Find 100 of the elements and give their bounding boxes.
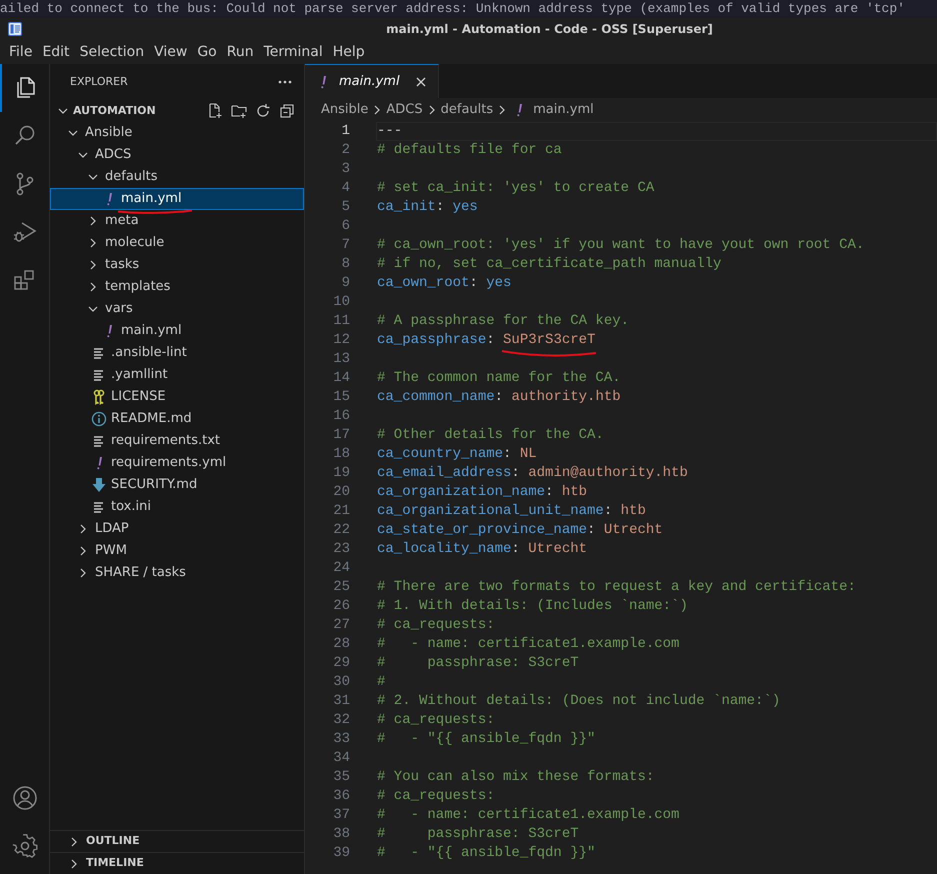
code-line: # passphrase: S3creT [376, 825, 580, 844]
tree-row[interactable]: templates [50, 276, 304, 298]
line-number: 20 [332, 483, 350, 502]
code-line: # ca_requests: [376, 616, 496, 635]
more-icon[interactable] [278, 80, 292, 84]
code-line: # passphrase: S3creT [376, 654, 580, 673]
code-line: # set ca_init: 'yes' to create CA [376, 179, 656, 198]
line-number: 13 [332, 350, 350, 369]
tree-header[interactable]: AUTOMATION [50, 100, 304, 122]
line-number: 35 [332, 768, 350, 787]
line-number: 19 [332, 464, 350, 483]
code-line: ca_passphrase: SuP3rS3creT [376, 331, 596, 350]
account-icon[interactable] [12, 785, 38, 811]
menu-item[interactable]: File [4, 40, 38, 64]
line-number: 11 [332, 312, 350, 331]
tree-row[interactable]: SECURITY.md [50, 474, 304, 496]
breadcrumb-item[interactable]: main.yml [511, 100, 594, 120]
code-line: # ca_requests: [376, 711, 496, 730]
app-icon [8, 22, 22, 36]
tree-row[interactable]: .ansible-lint [50, 342, 304, 364]
sidebar-title: EXPLORER [70, 74, 128, 90]
line-number: 5 [340, 198, 350, 217]
tree-row[interactable]: README.md [50, 408, 304, 430]
refresh-icon[interactable] [255, 103, 271, 119]
code-line: ca_state_or_province_name: Utrecht [376, 521, 664, 540]
line-number: 9 [340, 274, 350, 293]
new-folder-icon[interactable] [231, 103, 247, 119]
tree-row[interactable]: LDAP [50, 518, 304, 540]
tree-row[interactable]: requirements.yml [50, 452, 304, 474]
menu-item[interactable]: Run [222, 40, 259, 64]
line-number: 8 [340, 255, 350, 274]
code-line: # ca_requests: [376, 787, 496, 806]
code-line: # - name: certificate1.example.com [376, 635, 680, 654]
code-line: # if no, set ca_certificate_path manually [376, 255, 722, 274]
tree-row[interactable]: PWM [50, 540, 304, 562]
code-line: # - "{{ ansible_fqdn }}" [376, 730, 596, 749]
line-number: 26 [332, 597, 350, 616]
line-number: 17 [332, 426, 350, 445]
code-line: # defaults file for ca [376, 141, 563, 160]
new-file-icon[interactable] [207, 103, 223, 119]
line-number: 4 [340, 179, 350, 198]
line-number: 15 [332, 388, 350, 407]
tree-row[interactable]: tasks [50, 254, 304, 276]
code-line: # 2. Without details: (Does not include `name:`) [376, 692, 782, 711]
code-line: # - name: certificate1.example.com [376, 806, 680, 825]
tree-row[interactable]: .yamllint [50, 364, 304, 386]
code-line: # [376, 673, 386, 692]
info-icon [91, 411, 107, 427]
settings-icon[interactable] [12, 833, 38, 859]
menu-item[interactable]: Go [192, 40, 222, 64]
line-number: 23 [332, 540, 350, 559]
tree-row[interactable]: meta [50, 210, 304, 232]
line-number: 14 [332, 369, 350, 388]
line-number: 22 [332, 521, 350, 540]
line-number: 31 [332, 692, 350, 711]
line-number: 34 [332, 749, 350, 768]
line-number: 29 [332, 654, 350, 673]
tree-row[interactable]: tox.ini [50, 496, 304, 518]
breadcrumb-item[interactable]: defaults [440, 100, 494, 120]
line-number: 25 [332, 578, 350, 597]
tree-row[interactable]: LICENSE [50, 386, 304, 408]
line-number: 39 [332, 844, 350, 863]
tree-row[interactable]: Ansible [50, 122, 304, 144]
line-number: 3 [340, 160, 350, 179]
menu-item[interactable]: Terminal [258, 40, 328, 64]
tree-row[interactable]: main.yml [50, 188, 304, 210]
tree-row[interactable]: SHARE / tasks [50, 562, 304, 584]
line-number: 12 [332, 331, 350, 350]
line-number: 24 [332, 559, 350, 578]
tree-row[interactable]: defaults [50, 166, 304, 188]
close-icon[interactable] [414, 74, 428, 88]
line-number: 7 [340, 236, 350, 255]
line-number: 30 [332, 673, 350, 692]
panel-header[interactable]: TIMELINE [50, 852, 304, 874]
code-line: # A passphrase for the CA key. [376, 312, 630, 331]
menu-item[interactable]: Help [328, 40, 370, 64]
tree-row[interactable]: ADCS [50, 144, 304, 166]
line-number: 16 [332, 407, 350, 426]
panel-header[interactable]: OUTLINE [50, 830, 304, 852]
line-number: 33 [332, 730, 350, 749]
breadcrumb-item[interactable]: ADCS [386, 100, 423, 120]
tree-row[interactable]: requirements.txt [50, 430, 304, 452]
line-number: 1 [340, 122, 350, 141]
code-line: # Other details for the CA. [376, 426, 605, 445]
tree-row[interactable]: molecule [50, 232, 304, 254]
menu-item[interactable]: Selection [74, 40, 150, 64]
line-number: 28 [332, 635, 350, 654]
breadcrumb-item[interactable]: Ansible [321, 100, 368, 120]
code-line: ca_organizational_unit_name: htb [376, 502, 647, 521]
tree-row[interactable]: main.yml [50, 320, 304, 342]
line-number: 21 [332, 502, 350, 521]
menu-item[interactable]: Edit [37, 40, 75, 64]
editor-tab[interactable]: main.yml [305, 64, 439, 98]
line-number: 10 [332, 293, 350, 312]
line-number: 38 [332, 825, 350, 844]
menu-item[interactable]: View [149, 40, 192, 64]
tree-row[interactable]: vars [50, 298, 304, 320]
line-number: 32 [332, 711, 350, 730]
collapse-all-icon[interactable] [279, 103, 295, 119]
code-line: ca_own_root: yes [376, 274, 512, 293]
